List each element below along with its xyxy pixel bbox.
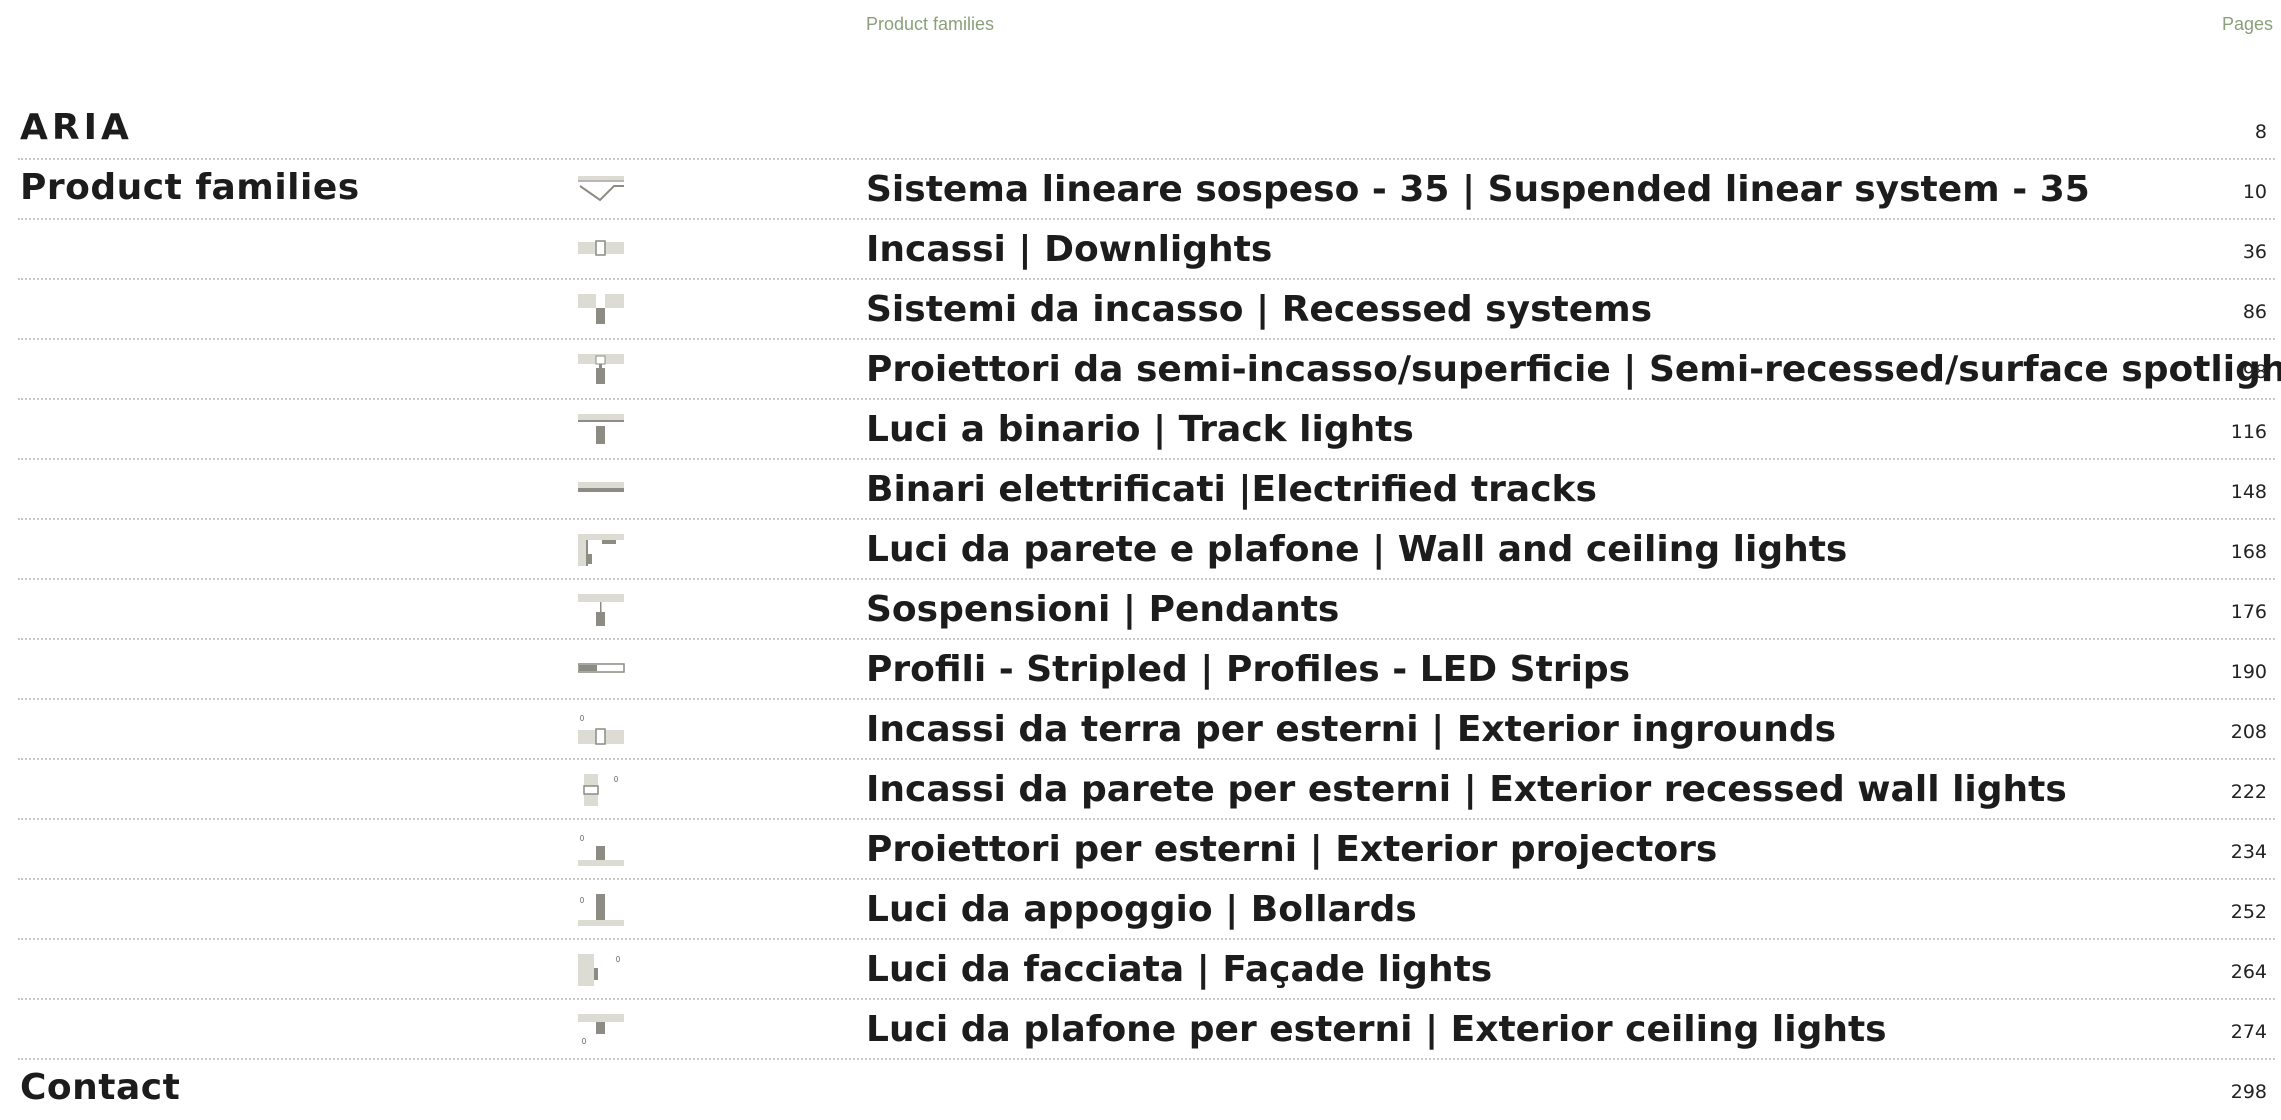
toc-row-aria[interactable]: ARIA 8 — [18, 100, 2275, 160]
toc-row-family[interactable]: Incassi da parete per esterni | Exterior… — [18, 760, 2275, 820]
page-number: 208 — [2230, 721, 2267, 743]
exterior-recessed-wall-icon — [583, 774, 619, 806]
led-strip-profile-icon — [578, 663, 625, 673]
family-label: Incassi | Downlights — [866, 229, 1273, 270]
page-number: 298 — [2230, 1081, 2267, 1103]
facade-light-icon — [578, 954, 621, 986]
family-label: Proiettori da semi-incasso/superficie | … — [866, 349, 2281, 390]
track-light-icon — [578, 414, 624, 444]
toc-row-family[interactable]: Luci da appoggio | Bollards 252 — [18, 880, 2275, 940]
column-header-product-families: Product families — [866, 14, 995, 34]
family-label: Luci da appoggio | Bollards — [866, 889, 1417, 930]
toc-row-family[interactable]: Luci a binario | Track lights 116 — [18, 400, 2275, 460]
toc-row-family[interactable]: Incassi | Downlights 36 — [18, 220, 2275, 280]
suspended-linear-icon — [578, 176, 624, 202]
recessed-system-icon — [578, 294, 624, 324]
table-of-contents: ARIA 8 Product families Sistema lineare … — [18, 100, 2281, 1120]
exterior-inground-icon — [578, 714, 624, 745]
toc-row-family[interactable]: Profili - Stripled | Profiles - LED Stri… — [18, 640, 2275, 700]
page-number: 36 — [2242, 241, 2267, 263]
semi-recessed-spotlight-icon — [578, 354, 624, 384]
page-number: 10 — [2242, 181, 2267, 203]
toc-row-family[interactable]: Luci da plafone per esterni | Exterior c… — [18, 1000, 2275, 1060]
toc-row-contact[interactable]: Contact 298 — [18, 1060, 2275, 1120]
family-label: Incassi da parete per esterni | Exterior… — [866, 769, 2067, 810]
family-label: Profili - Stripled | Profiles - LED Stri… — [866, 649, 1631, 690]
column-header-pages: Pages — [2221, 14, 2273, 34]
page-number: 222 — [2230, 781, 2267, 803]
page-number: 98 — [2242, 361, 2267, 383]
section-title-contact: Contact — [20, 1067, 181, 1108]
toc-row-family[interactable]: Proiettori da semi-incasso/superficie | … — [18, 340, 2281, 400]
page-number: 264 — [2230, 961, 2267, 983]
page-number: 168 — [2230, 541, 2267, 563]
family-label: Sospensioni | Pendants — [866, 589, 1340, 630]
page-number: 86 — [2242, 301, 2267, 323]
page-number: 176 — [2230, 601, 2267, 623]
toc-row-family[interactable]: Sospensioni | Pendants 176 — [18, 580, 2275, 640]
electrified-track-icon — [578, 482, 624, 492]
page-number: 148 — [2230, 481, 2267, 503]
family-label: Sistema lineare sospeso - 35 | Suspended… — [866, 169, 2090, 210]
family-label: Binari elettrificati |Electrified tracks — [866, 469, 1597, 510]
downlight-icon — [578, 240, 624, 256]
exterior-ceiling-light-icon — [578, 1014, 624, 1045]
family-label: Proiettori per esterni | Exterior projec… — [866, 829, 1718, 870]
family-label: Luci da plafone per esterni | Exterior c… — [866, 1009, 1887, 1050]
page-number: 116 — [2230, 421, 2267, 443]
section-title-product-families: Product families — [20, 167, 360, 208]
toc-row-family[interactable]: Incassi da terra per esterni | Exterior … — [18, 700, 2275, 760]
family-label: Luci da facciata | Façade lights — [866, 949, 1493, 990]
family-label: Incassi da terra per esterni | Exterior … — [866, 709, 1837, 750]
section-title-aria: ARIA — [20, 107, 133, 148]
bollard-icon — [578, 894, 624, 926]
exterior-projector-icon — [578, 834, 624, 866]
toc-row-family[interactable]: Sistemi da incasso | Recessed systems 86 — [18, 280, 2275, 340]
family-label: Sistemi da incasso | Recessed systems — [866, 289, 1653, 330]
page-number: 274 — [2230, 1021, 2267, 1043]
toc-row-family[interactable]: Proiettori per esterni | Exterior projec… — [18, 820, 2275, 880]
family-label: Luci da parete e plafone | Wall and ceil… — [866, 529, 1848, 570]
page-number: 234 — [2230, 841, 2267, 863]
pendant-icon — [578, 594, 624, 626]
page-number: 8 — [2254, 121, 2267, 143]
toc-row-family[interactable]: Luci da parete e plafone | Wall and ceil… — [18, 520, 2275, 580]
toc-row-family[interactable]: Luci da facciata | Façade lights 264 — [18, 940, 2275, 1000]
family-label: Luci a binario | Track lights — [866, 409, 1414, 450]
wall-ceiling-light-icon — [578, 534, 624, 566]
page-number: 252 — [2230, 901, 2267, 923]
page-number: 190 — [2230, 661, 2267, 683]
toc-row-family[interactable]: Product families Sistema lineare sospeso… — [18, 160, 2275, 220]
toc-row-family[interactable]: Binari elettrificati |Electrified tracks… — [18, 460, 2275, 520]
